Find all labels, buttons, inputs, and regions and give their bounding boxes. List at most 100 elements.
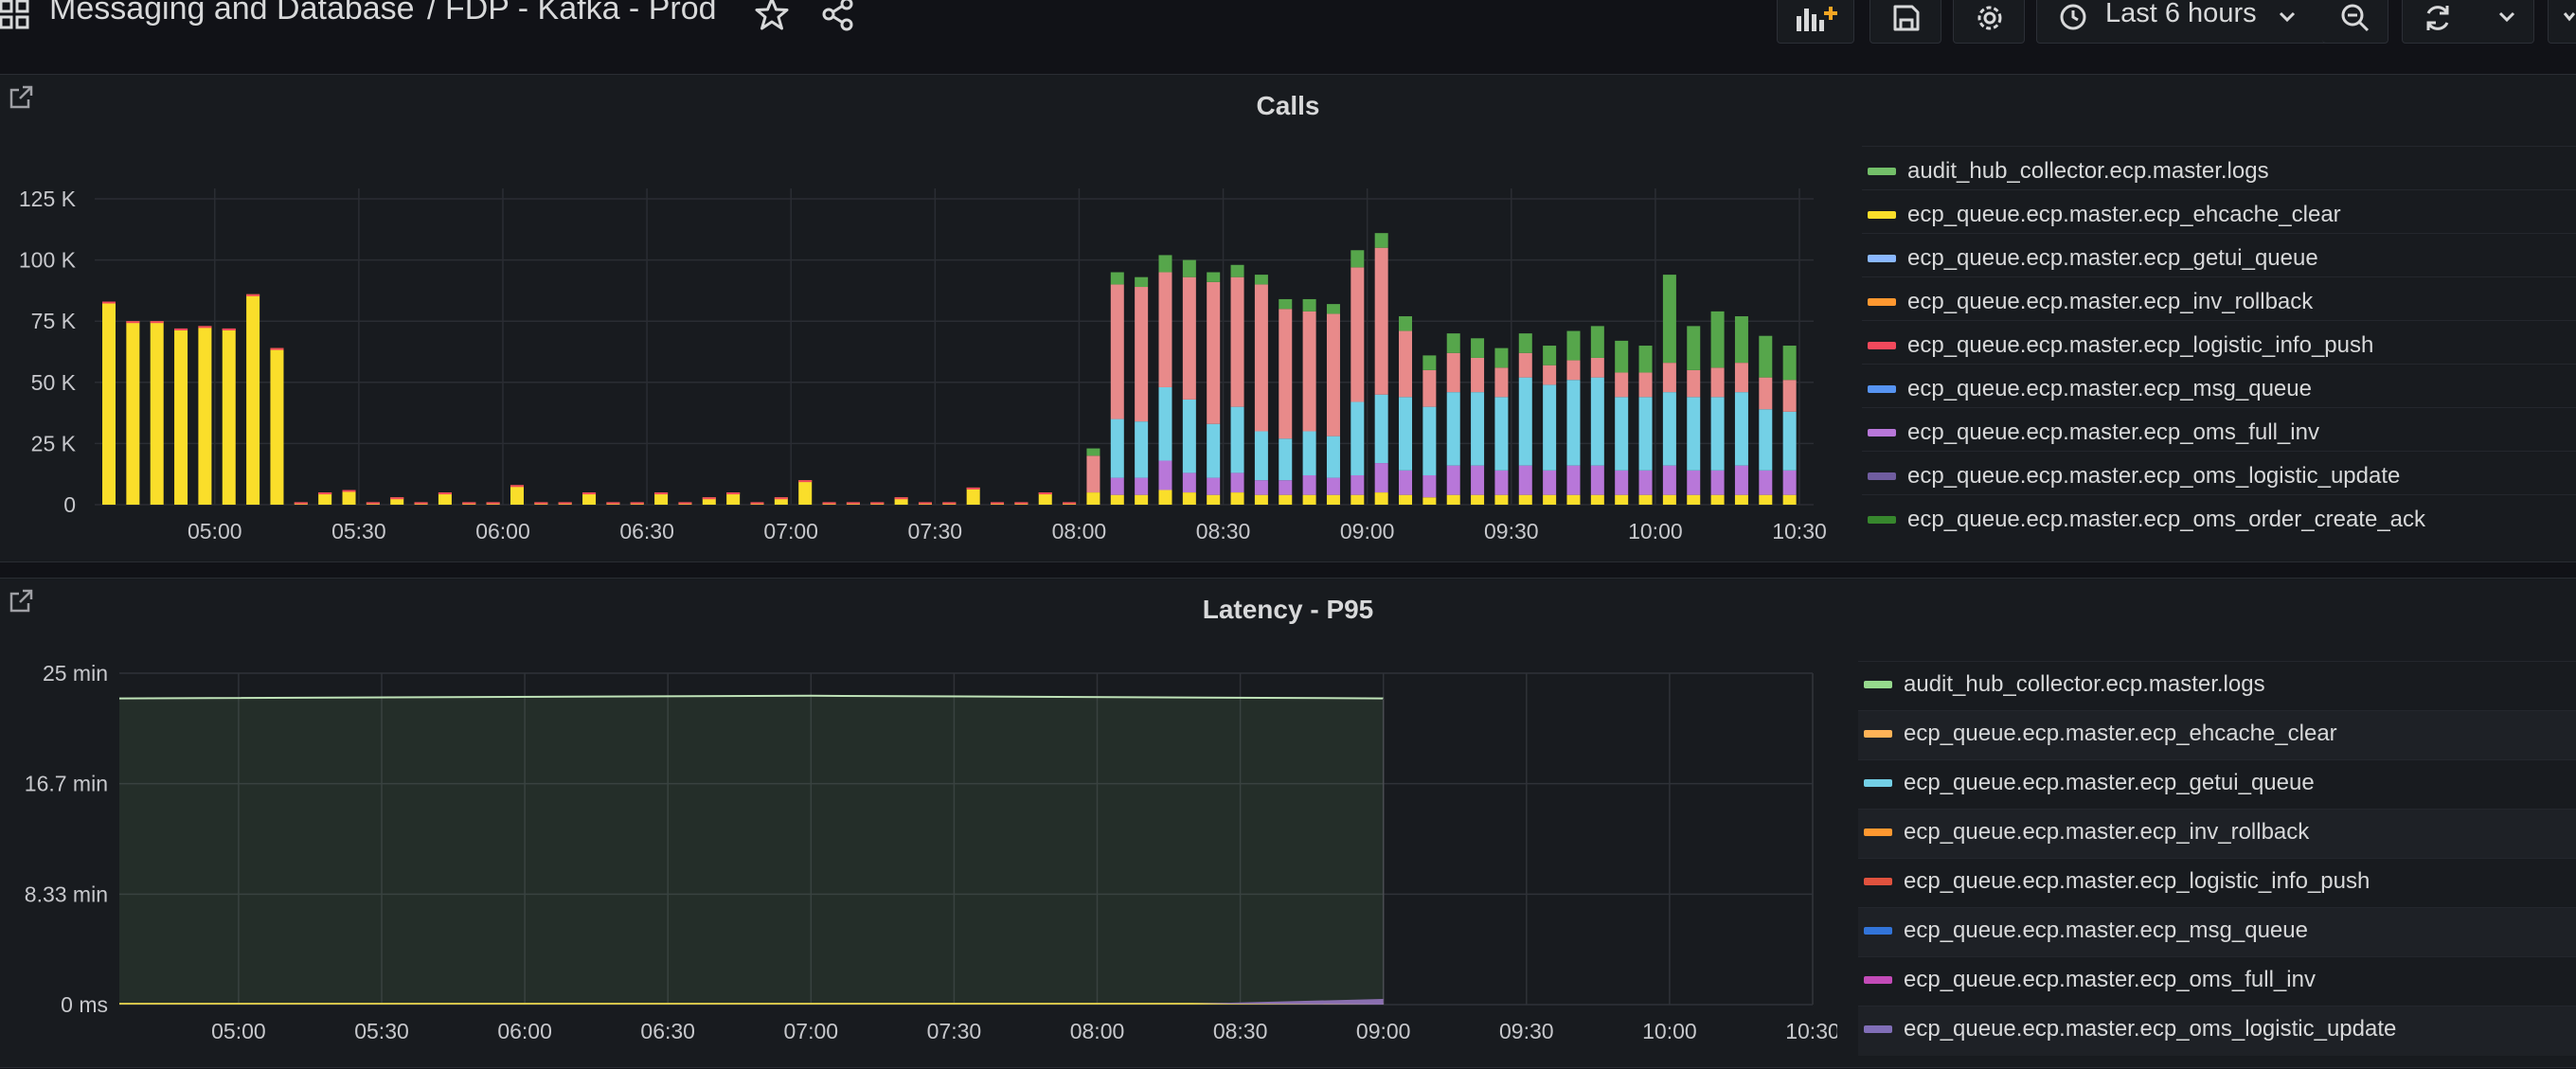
bar-segment — [1734, 363, 1748, 393]
bar-segment — [1615, 340, 1629, 373]
add-panel-icon — [1797, 7, 1837, 31]
bar-segment — [1518, 333, 1532, 353]
bar-segment — [1710, 494, 1725, 505]
calls-chart[interactable]: 025 K50 K75 K100 K125 K 05:00 05:30 06:00 0… — [0, 75, 1837, 563]
refresh-interval-chevron-icon[interactable] — [2496, 9, 2518, 26]
save-dashboard-button[interactable] — [1869, 0, 1941, 44]
bar-cap — [510, 485, 524, 488]
bar-segment — [1086, 492, 1100, 505]
legend-item[interactable]: audit_hub_collector.ecp.master.logs — [1862, 146, 2576, 190]
zoom-out-button[interactable] — [2322, 0, 2388, 44]
legend-item[interactable]: ecp_queue.ecp.master.ecp_logistic_info_p… — [1862, 320, 2576, 365]
bar — [222, 328, 236, 505]
bar-segment — [1638, 346, 1653, 373]
legend-label: ecp_queue.ecp.master.ecp_oms_order_creat… — [1907, 507, 2426, 532]
bar-cap — [942, 502, 957, 505]
legend-color-swatch — [1868, 429, 1896, 437]
bar-segment — [1734, 494, 1748, 505]
bar-segment — [1302, 494, 1316, 505]
bar-segment — [1158, 386, 1172, 461]
bar-cap — [966, 487, 980, 490]
add-panel-button[interactable] — [1777, 0, 1854, 44]
legend-color-swatch — [1868, 211, 1896, 219]
star-icon[interactable] — [754, 0, 790, 32]
bar-segment — [1590, 326, 1604, 358]
legend-item[interactable]: ecp_queue.ecp.master.ecp_inv_rollback — [1858, 809, 2576, 859]
bar-segment — [1254, 431, 1268, 481]
legend-color-swatch — [1864, 976, 1892, 984]
breadcrumb-dashboard[interactable]: / FDP - Kafka - Prod — [427, 0, 716, 27]
bar-segment — [1254, 275, 1268, 285]
legend-item[interactable]: ecp_queue.ecp.master.ecp_msg_queue — [1858, 907, 2576, 957]
bar-cap — [630, 502, 644, 505]
legend-color-swatch — [1868, 472, 1896, 480]
legend-item[interactable]: ecp_queue.ecp.master.ecp_getui_queue — [1862, 233, 2576, 277]
bar-segment — [1326, 304, 1340, 314]
bar-segment — [1590, 494, 1604, 505]
bar-cap — [294, 502, 308, 505]
time-picker-button[interactable]: Last 6 hours — [2036, 0, 2345, 44]
legend-item[interactable]: ecp_queue.ecp.master.ecp_getui_queue — [1858, 759, 2576, 810]
bar — [798, 480, 813, 505]
refresh-picker[interactable] — [2402, 0, 2534, 44]
bar-segment — [1135, 276, 1149, 288]
bar-segment — [1302, 298, 1316, 312]
legend-item[interactable]: ecp_queue.ecp.master.ecp_ehcache_clear — [1858, 710, 2576, 760]
bar-segment — [1710, 397, 1725, 471]
bar-segment — [1422, 355, 1437, 370]
bar-segment — [1135, 477, 1149, 495]
bar-segment — [1759, 409, 1773, 471]
bar-segment — [1374, 463, 1388, 493]
bar-segment — [1399, 397, 1413, 471]
bar-segment — [1518, 465, 1532, 495]
gear-icon — [1977, 6, 2002, 30]
bar-segment — [1230, 492, 1244, 505]
bar-segment — [1518, 352, 1532, 378]
bar-segment — [1351, 250, 1365, 268]
legend-item[interactable]: ecp_queue.ecp.master.ecp_logistic_info_p… — [1858, 858, 2576, 908]
x-tick-label: 09:00 — [1340, 519, 1395, 543]
bar-cap — [102, 301, 116, 304]
latency-x-axis: 05:00 05:30 06:00 06:30 07:00 07:30 08:00 08:30… — [211, 1019, 1837, 1043]
latency-chart[interactable]: 0 ms 8.33 min 16.7 min 25 min 05:00 05:30 06:… — [0, 579, 1837, 1069]
bar-segment — [1422, 406, 1437, 475]
bar-segment — [1230, 276, 1244, 407]
share-icon[interactable] — [820, 0, 856, 32]
bar-segment — [1422, 497, 1437, 505]
legend-item[interactable]: ecp_queue.ecp.master.ecp_inv_rollback — [1862, 276, 2576, 321]
legend-item[interactable]: ecp_queue.ecp.master.ecp_oms_order_creat… — [1862, 494, 2576, 539]
bar-segment — [1471, 465, 1485, 495]
x-tick-label: 08:00 — [1070, 1019, 1125, 1043]
bar-cap — [150, 321, 164, 324]
breadcrumb-folder[interactable]: Messaging and Database — [49, 0, 415, 27]
bar-segment — [1759, 335, 1773, 378]
legend-item[interactable]: ecp_queue.ecp.master.ecp_msg_queue — [1862, 364, 2576, 408]
bar-segment — [1638, 372, 1653, 398]
bar-segment — [1446, 392, 1460, 466]
latency-series — [118, 694, 1385, 1005]
legend-item[interactable]: ecp_queue.ecp.master.ecp_oms_logistic_up… — [1858, 1006, 2576, 1056]
y-tick-label: 25 K — [31, 431, 77, 455]
bar — [342, 490, 356, 505]
x-tick-label: 06:30 — [619, 519, 674, 543]
legend-item[interactable]: ecp_queue.ecp.master.ecp_oms_full_inv — [1862, 407, 2576, 452]
bar-cap — [582, 492, 597, 495]
view-mode-button[interactable] — [2548, 0, 2576, 44]
refresh-icon[interactable] — [2422, 2, 2454, 34]
bar-segment — [1687, 326, 1701, 370]
apps-grid-icon[interactable] — [0, 0, 32, 32]
bar-segment — [1782, 411, 1797, 471]
bar-segment — [1687, 470, 1701, 495]
legend-item[interactable]: ecp_queue.ecp.master.ecp_oms_full_inv — [1858, 956, 2576, 1007]
clock-icon — [2060, 4, 2086, 30]
x-tick-label: 10:30 — [1785, 1019, 1837, 1043]
legend-item[interactable]: audit_hub_collector.ecp.master.logs — [1858, 661, 2576, 711]
legend-item[interactable]: ecp_queue.ecp.master.ecp_ehcache_clear — [1862, 189, 2576, 234]
latency-y-axis: 0 ms 8.33 min 16.7 min 25 min — [25, 661, 108, 1017]
legend-item[interactable]: ecp_queue.ecp.master.ecp_oms_logistic_up… — [1862, 451, 2576, 495]
bar-segment — [1759, 494, 1773, 505]
bar-cap — [126, 321, 140, 324]
bar-segment — [1326, 436, 1340, 478]
dashboard-settings-button[interactable] — [1953, 0, 2025, 44]
legend-label: ecp_queue.ecp.master.ecp_ehcache_clear — [1907, 202, 2341, 227]
